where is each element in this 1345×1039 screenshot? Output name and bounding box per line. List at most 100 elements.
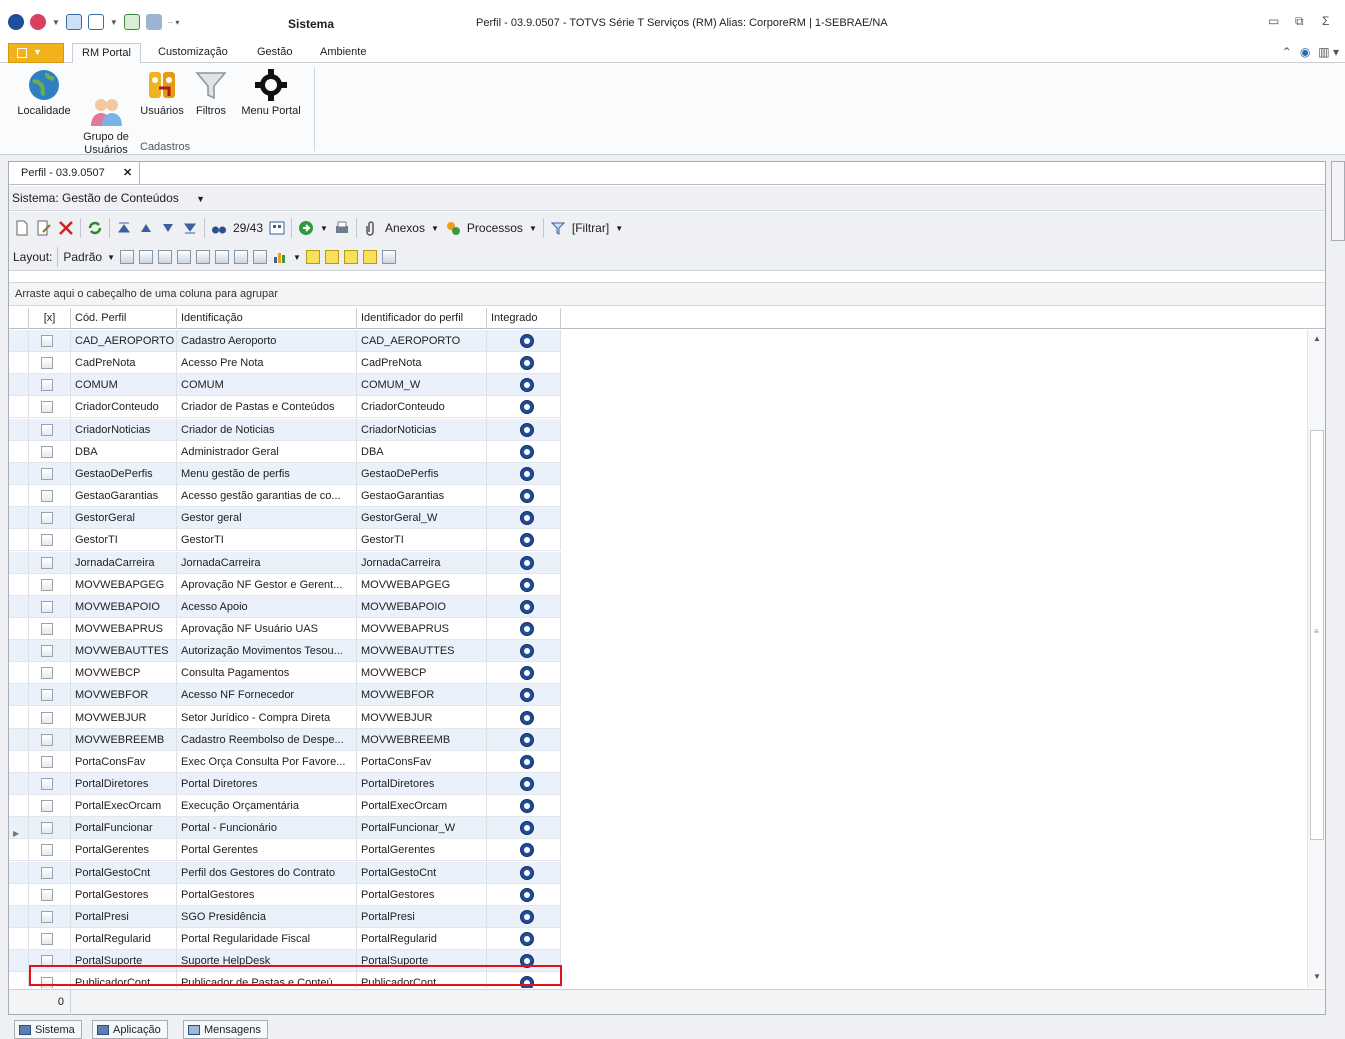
filtrar-button[interactable]: [Filtrar]	[572, 221, 609, 235]
layout-edit-icon[interactable]	[253, 250, 267, 264]
identificador-cell[interactable]: PortalDiretores	[357, 773, 487, 795]
identificador-cell[interactable]: MOVWEBREEMB	[357, 728, 487, 751]
chevron-down-icon[interactable]: ▼	[196, 194, 205, 204]
cod-perfil-cell[interactable]: GestorTI	[71, 529, 177, 552]
identificador-cell[interactable]: CAD_AEROPORTO	[357, 330, 487, 352]
delete-icon[interactable]	[58, 220, 74, 236]
identificador-cell[interactable]: MOVWEBAPRUS	[357, 617, 487, 640]
table-row[interactable]: ▶ PortalFuncionar Portal - Funcionário Port…	[9, 817, 561, 840]
new-window-icon[interactable]	[65, 14, 82, 30]
header-cod-perfil[interactable]: Cód. Perfil	[71, 308, 177, 329]
filter-icon[interactable]	[550, 220, 566, 236]
table-row[interactable]: PortalGestores PortalGestores PortalGestor…	[9, 883, 561, 906]
help-icon[interactable]: ◉	[1300, 45, 1310, 59]
row-checkbox[interactable]	[41, 600, 53, 613]
table-row[interactable]: MOVWEBAPRUS Aprovação NF Usuário UAS MOVWE…	[9, 617, 561, 640]
identificador-cell[interactable]: CriadorConteudo	[357, 396, 487, 419]
identificacao-cell[interactable]: Execução Orçamentária	[177, 795, 357, 818]
scrollbar-thumb[interactable]: ≡	[1310, 430, 1324, 840]
cod-perfil-cell[interactable]: PortalDiretores	[71, 773, 177, 795]
calendar-grid-icon[interactable]	[269, 220, 285, 236]
row-checkbox[interactable]	[41, 800, 53, 813]
header-identificador-perfil[interactable]: Identificador do perfil	[357, 308, 487, 329]
layout-icon[interactable]: ▥ ▾	[1318, 45, 1339, 59]
chevron-down-icon[interactable]: ▼	[293, 253, 301, 262]
table-row[interactable]: PortaConsFav Exec Orça Consulta Por Favor…	[9, 750, 561, 773]
tab-perfil[interactable]: Perfil - 03.9.0507 ✕	[9, 162, 140, 184]
identificador-cell[interactable]: MOVWEBCP	[357, 662, 487, 685]
identificacao-cell[interactable]: Acesso Apoio	[177, 595, 357, 618]
header-select-all[interactable]: [x]	[29, 308, 71, 329]
close-icon[interactable]: Σ	[1322, 14, 1329, 28]
view-mode-3-icon[interactable]	[343, 250, 358, 264]
cod-perfil-cell[interactable]: MOVWEBAPRUS	[71, 617, 177, 640]
row-checkbox[interactable]	[41, 578, 53, 591]
chevron-down-icon[interactable]: ▼	[107, 253, 115, 262]
chevron-down-icon[interactable]: ▼	[431, 224, 439, 233]
cod-perfil-cell[interactable]: CriadorNoticias	[71, 418, 177, 441]
identificacao-cell[interactable]: Portal Regularidade Fiscal	[177, 928, 357, 951]
cod-perfil-cell[interactable]: PortalPresi	[71, 905, 177, 928]
export-icon[interactable]	[123, 14, 140, 30]
chevron-down-icon[interactable]: ▼	[529, 224, 537, 233]
tab-ambiente[interactable]: Ambiente	[311, 43, 375, 64]
chevron-down-icon[interactable]: ▼	[615, 224, 623, 233]
view-mode-4-icon[interactable]	[362, 250, 377, 264]
cod-perfil-cell[interactable]: GestaoDePerfis	[71, 462, 177, 485]
cod-perfil-cell[interactable]: GestorGeral	[71, 507, 177, 530]
cod-perfil-cell[interactable]: GestaoGarantias	[71, 485, 177, 508]
cod-perfil-cell[interactable]: PortalGestoCnt	[71, 861, 177, 884]
cod-perfil-cell[interactable]: PortalRegularid	[71, 928, 177, 951]
app-logo-icon[interactable]	[8, 14, 24, 30]
row-checkbox[interactable]	[41, 379, 53, 392]
table-row[interactable]: PortalDiretores Portal Diretores PortalDir…	[9, 773, 561, 795]
collapse-ribbon-icon[interactable]: ⌃	[1282, 45, 1292, 59]
cod-perfil-cell[interactable]: DBA	[71, 440, 177, 463]
identificacao-cell[interactable]: Administrador Geral	[177, 440, 357, 463]
print-icon[interactable]	[334, 220, 350, 236]
localidade-button[interactable]: Localidade	[16, 68, 72, 118]
identificador-cell[interactable]: GestorTI	[357, 529, 487, 552]
identificacao-cell[interactable]: Acesso gestão garantias de co...	[177, 485, 357, 508]
vertical-scrollbar[interactable]: ▲ ≡ ▼	[1307, 330, 1325, 988]
identificador-cell[interactable]: PortalExecOrcam	[357, 795, 487, 818]
layout-export-icon[interactable]	[177, 250, 191, 264]
table-row[interactable]: MOVWEBFOR Acesso NF Fornecedor MOVWEBFOR	[9, 684, 561, 707]
identificacao-cell[interactable]: Perfil dos Gestores do Contrato	[177, 861, 357, 884]
row-checkbox[interactable]	[41, 667, 53, 680]
binoculars-icon[interactable]	[211, 220, 227, 236]
export-arrow-icon[interactable]	[298, 220, 314, 236]
layout-columns-icon[interactable]	[215, 250, 229, 264]
previous-record-icon[interactable]	[138, 220, 154, 236]
minimize-icon[interactable]: ▭	[1268, 14, 1279, 28]
identificacao-cell[interactable]: Cadastro Reembolso de Despe...	[177, 728, 357, 751]
identificacao-cell[interactable]: Criador de Pastas e Conteúdos	[177, 396, 357, 419]
cod-perfil-cell[interactable]: PortalFuncionar	[71, 817, 177, 840]
table-row[interactable]: PortalGerentes Portal Gerentes PortalGeren…	[9, 839, 561, 862]
row-checkbox[interactable]	[41, 445, 53, 458]
table-row[interactable]: PortalPresi SGO Presidência PortalPresi	[9, 905, 561, 928]
cod-perfil-cell[interactable]: MOVWEBCP	[71, 662, 177, 685]
identificador-cell[interactable]: PortalFuncionar_W	[357, 817, 487, 840]
bottom-tab-mensagens[interactable]: Mensagens	[183, 1020, 268, 1039]
cod-perfil-cell[interactable]: MOVWEBREEMB	[71, 728, 177, 751]
table-row[interactable]: PortalGestoCnt Perfil dos Gestores do Con…	[9, 861, 561, 884]
view-mode-2-icon[interactable]	[324, 250, 339, 264]
menu-portal-button[interactable]: Menu Portal	[236, 68, 306, 118]
window-icon[interactable]	[87, 14, 104, 30]
bottom-tab-sistema[interactable]: Sistema	[14, 1020, 82, 1039]
view-mode-1-icon[interactable]	[305, 250, 320, 264]
cod-perfil-cell[interactable]: CriadorConteudo	[71, 396, 177, 419]
side-panel-tab[interactable]	[1331, 161, 1345, 241]
row-checkbox[interactable]	[41, 733, 53, 746]
identificacao-cell[interactable]: Criador de Noticias	[177, 418, 357, 441]
scroll-up-icon[interactable]: ▲	[1313, 334, 1321, 343]
table-row[interactable]: GestorGeral Gestor geral GestorGeral_W	[9, 507, 561, 530]
chart-icon[interactable]	[272, 249, 288, 265]
layout-load-icon[interactable]	[139, 250, 153, 264]
tab-gestao[interactable]: Gestão	[248, 43, 301, 64]
identificacao-cell[interactable]: Autorização Movimentos Tesou...	[177, 640, 357, 663]
identificador-cell[interactable]: PortalPresi	[357, 905, 487, 928]
chevron-down-icon[interactable]: ▼	[110, 18, 118, 27]
cod-perfil-cell[interactable]: CadPreNota	[71, 352, 177, 375]
